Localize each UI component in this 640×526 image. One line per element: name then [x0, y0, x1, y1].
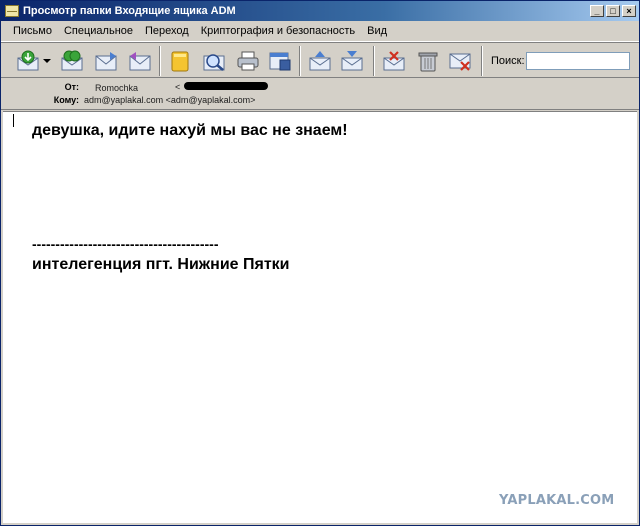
- spam-envelope-icon: [383, 51, 405, 71]
- window-controls: _ □ ×: [590, 5, 636, 17]
- magnifier-icon: [203, 54, 225, 71]
- printer-icon: [237, 51, 259, 71]
- menu-crypto[interactable]: Криптография и безопасность: [195, 25, 361, 37]
- title-bar: Просмотр папки Входящие ящика ADM _ □ ×: [1, 1, 639, 21]
- address-book-button[interactable]: [167, 48, 193, 74]
- menu-go[interactable]: Переход: [139, 25, 195, 37]
- maximize-button[interactable]: □: [606, 5, 620, 17]
- chevron-down-icon: [43, 59, 51, 63]
- watermark-logo: YAPLAKAL.COM: [499, 493, 615, 508]
- reply-all-icon: [61, 50, 83, 71]
- message-header: От: Romochka < Кому: adm@yaplakal.com <a…: [1, 78, 639, 110]
- search-input[interactable]: [526, 52, 630, 70]
- next-message-button[interactable]: [339, 48, 365, 74]
- save-button[interactable]: [267, 48, 293, 74]
- window-title: Просмотр папки Входящие ящика ADM: [23, 5, 236, 17]
- search-messages-button[interactable]: [201, 48, 227, 74]
- from-label: От:: [64, 82, 79, 92]
- reply-all-button[interactable]: [59, 48, 85, 74]
- menu-bar: Письмо Специальное Переход Криптография …: [1, 21, 639, 42]
- get-mail-icon: [17, 50, 39, 71]
- to-value[interactable]: adm@yaplakal.com <adm@yaplakal.com>: [84, 95, 255, 105]
- forward-button[interactable]: [127, 48, 153, 74]
- toolbar-separator: [373, 46, 375, 76]
- address-book-icon: [171, 51, 189, 72]
- delete-message-button[interactable]: [447, 48, 473, 74]
- body-separator: ----------------------------------------: [32, 236, 219, 252]
- message-body[interactable]: девушка, идите нахуй мы вас не знаем! --…: [3, 111, 637, 523]
- menu-special[interactable]: Специальное: [58, 25, 139, 37]
- reply-button[interactable]: [93, 48, 119, 74]
- delete-button[interactable]: [415, 48, 441, 74]
- mail-app-icon: [5, 5, 19, 17]
- menu-view[interactable]: Вид: [361, 25, 393, 37]
- save-window-icon: [269, 52, 291, 71]
- close-button[interactable]: ×: [622, 5, 636, 17]
- from-value[interactable]: Romochka: [95, 83, 138, 93]
- body-line: девушка, идите нахуй мы вас не знаем!: [32, 122, 348, 139]
- body-signature: интелегенция пгт. Нижние Пятки: [32, 256, 290, 273]
- previous-message-icon: [309, 51, 331, 71]
- next-message-icon: [341, 51, 363, 71]
- toolbar-separator: [159, 46, 161, 76]
- mail-window: Просмотр папки Входящие ящика ADM _ □ × …: [0, 0, 640, 526]
- get-mail-button[interactable]: [15, 48, 41, 74]
- reply-icon: [95, 52, 117, 71]
- redacted-address: [184, 82, 268, 90]
- search-label: Поиск:: [491, 55, 525, 67]
- minimize-button[interactable]: _: [590, 5, 604, 17]
- print-button[interactable]: [235, 48, 261, 74]
- to-label: Кому:: [53, 95, 79, 105]
- from-address[interactable]: <: [175, 82, 180, 92]
- toolbar: Поиск:: [1, 42, 639, 78]
- forward-icon: [129, 52, 151, 71]
- delete-envelope-icon: [449, 53, 471, 71]
- mark-spam-button[interactable]: [381, 48, 407, 74]
- toolbar-separator: [481, 46, 483, 76]
- text-caret: [13, 114, 14, 127]
- trash-can-icon: [418, 52, 438, 72]
- menu-letter[interactable]: Письмо: [1, 25, 58, 37]
- get-mail-dropdown[interactable]: [41, 48, 53, 74]
- toolbar-separator: [299, 46, 301, 76]
- previous-message-button[interactable]: [307, 48, 333, 74]
